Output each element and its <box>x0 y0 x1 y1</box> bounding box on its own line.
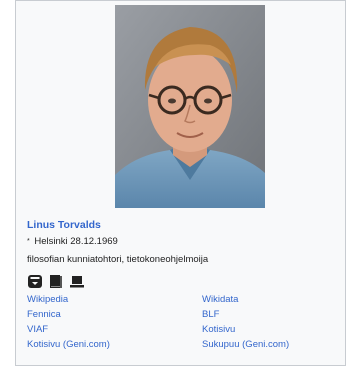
birth-info: * Helsinki 28.12.1969 <box>27 236 118 247</box>
link-wikipedia[interactable]: Wikipedia <box>27 294 68 305</box>
id-card-icon[interactable] <box>27 274 43 289</box>
person-infobox: Linus Torvalds * Helsinki 28.12.1969 fil… <box>15 0 346 366</box>
link-wikidata[interactable]: Wikidata <box>202 294 238 305</box>
person-description: filosofian kunniatohtori, tietokoneohjel… <box>27 254 209 265</box>
link-geni-homepage[interactable]: Kotisivu (Geni.com) <box>27 339 110 350</box>
book-icon[interactable] <box>48 274 64 289</box>
birth-symbol: * <box>27 238 30 245</box>
link-geni-family-tree[interactable]: Sukupuu (Geni.com) <box>202 339 289 350</box>
link-fennica[interactable]: Fennica <box>27 309 61 320</box>
icon-row <box>27 273 85 289</box>
link-blf[interactable]: BLF <box>202 309 219 320</box>
link-viaf[interactable]: VIAF <box>27 324 48 335</box>
laptop-icon[interactable] <box>69 274 85 289</box>
person-name-link[interactable]: Linus Torvalds <box>27 219 101 231</box>
link-homepage[interactable]: Kotisivu <box>202 324 235 335</box>
birth-text: Helsinki 28.12.1969 <box>34 236 118 247</box>
portrait-image <box>115 5 265 208</box>
person-photo[interactable] <box>115 5 265 208</box>
